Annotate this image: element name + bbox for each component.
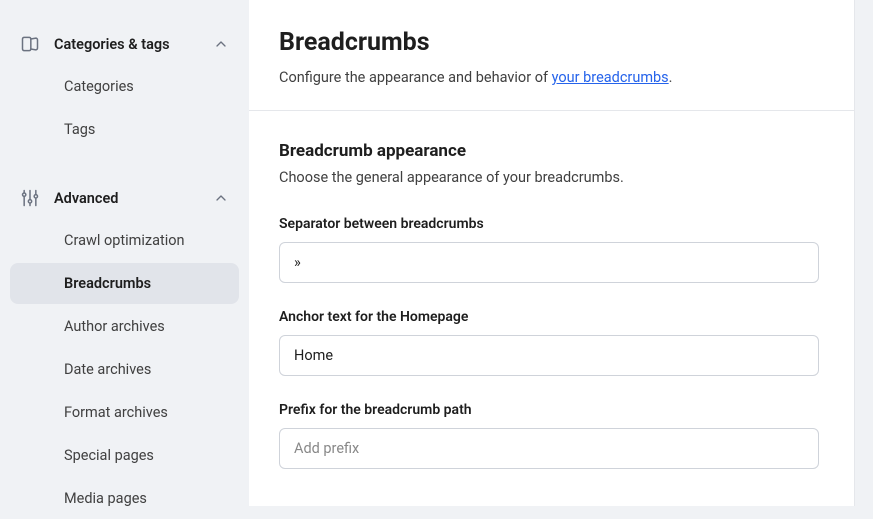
anchor-input[interactable] [279,335,819,376]
nav-group-label: Categories & tags [54,36,213,53]
subtitle-suffix: . [669,69,673,86]
sidebar-item-categories[interactable]: Categories [10,66,239,107]
separator-input[interactable] [279,242,819,283]
sliders-icon [20,188,40,208]
categories-icon [20,34,40,54]
field-label: Anchor text for the Homepage [279,309,824,325]
page-header: Breadcrumbs Configure the appearance and… [249,0,854,111]
sidebar-item-crawl-optimization[interactable]: Crawl optimization [10,220,239,261]
field-label: Prefix for the breadcrumb path [279,402,824,418]
field-anchor: Anchor text for the Homepage [279,309,824,376]
sidebar-item-author-archives[interactable]: Author archives [10,306,239,347]
prefix-input[interactable] [279,428,819,469]
field-label: Separator between breadcrumbs [279,216,824,232]
field-prefix: Prefix for the breadcrumb path [279,402,824,469]
appearance-section: Breadcrumb appearance Choose the general… [249,111,854,469]
subtitle-text: Configure the appearance and behavior of [279,69,552,86]
sidebar-item-format-archives[interactable]: Format archives [10,392,239,433]
nav-group-label: Advanced [54,190,213,207]
field-separator: Separator between breadcrumbs [279,216,824,283]
page-subtitle: Configure the appearance and behavior of… [279,69,824,86]
breadcrumbs-help-link[interactable]: your breadcrumbs [552,69,669,86]
page-title: Breadcrumbs [279,28,824,57]
chevron-up-icon [213,190,229,206]
section-title: Breadcrumb appearance [279,141,824,161]
chevron-up-icon [213,36,229,52]
sidebar-item-special-pages[interactable]: Special pages [10,435,239,476]
main-content: Breadcrumbs Configure the appearance and… [249,0,855,506]
sidebar-item-tags[interactable]: Tags [10,109,239,150]
sidebar-item-breadcrumbs[interactable]: Breadcrumbs [10,263,239,304]
sidebar-item-media-pages[interactable]: Media pages [10,478,239,519]
right-gutter [855,0,873,506]
nav-group-advanced[interactable]: Advanced [0,178,249,218]
sidebar-item-date-archives[interactable]: Date archives [10,349,239,390]
section-desc: Choose the general appearance of your br… [279,169,824,186]
nav-group-categories-tags[interactable]: Categories & tags [0,24,249,64]
settings-sidebar: Categories & tags Categories Tags Advanc… [0,0,249,506]
